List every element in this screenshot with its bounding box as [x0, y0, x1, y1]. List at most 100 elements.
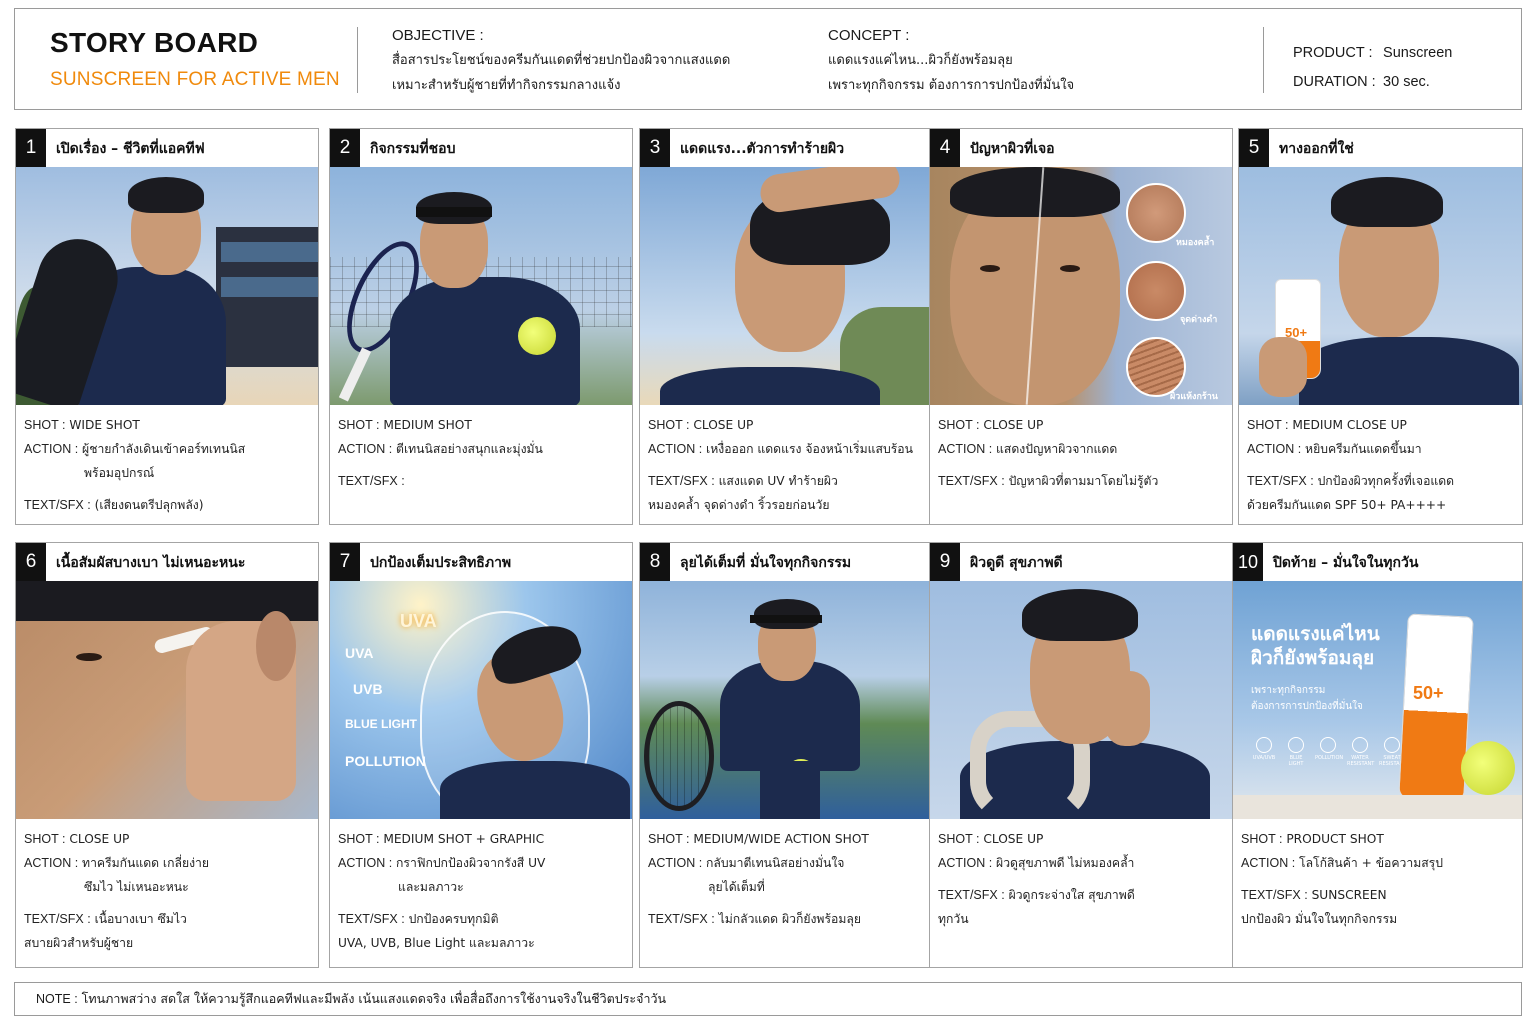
- text-sfx-label: TEXT/SFX :: [24, 498, 91, 512]
- panel-header: 4 ปัญหาผิวที่เจอ: [930, 129, 1232, 167]
- shot-value: CLOSE UP: [983, 832, 1044, 846]
- action-value: กราฟิกปกป้องผิวจากรังสี UV: [396, 856, 546, 870]
- text-sfx-value: ปัญหาผิวที่ตามมาโดยไม่รู้ตัว: [1008, 474, 1159, 488]
- shot-value: MEDIUM CLOSE UP: [1292, 418, 1407, 432]
- concept-line-2: เพราะทุกกิจกรรม ต้องการการปกป้องที่มั่นใ…: [828, 78, 1075, 93]
- text-sfx-label: TEXT/SFX :: [648, 912, 715, 926]
- product-value: Sunscreen: [1383, 45, 1453, 61]
- text-sfx-value: SUNSCREEN: [1311, 888, 1387, 902]
- text-sfx-value: ผิวดูกระจ่างใส สุขภาพดี: [1008, 888, 1135, 902]
- text-sfx-label: TEXT/SFX :: [1241, 888, 1308, 902]
- shot-label: SHOT :: [938, 418, 980, 432]
- panel-number: 9: [930, 543, 960, 581]
- shot-label: SHOT :: [338, 418, 380, 432]
- panel-description: SHOT : CLOSE UP ACTION : ผิวดูสุขภาพดี ไ…: [930, 819, 1232, 931]
- panel-header: 1 เปิดเรื่อง – ชีวิตที่แอคทีฟ: [16, 129, 318, 167]
- action-value: ตีเทนนิสอย่างสนุกและมุ่งมั่น: [396, 442, 543, 456]
- action-label: ACTION :: [24, 856, 79, 870]
- product-label: PRODUCT :: [1293, 45, 1373, 61]
- action-value-2: พร้อมอุปกรณ์: [84, 466, 155, 480]
- panel-header: 8 ลุยได้เต็มที่ มั่นใจทุกกิจกรรม: [640, 543, 942, 581]
- panel-number: 4: [930, 129, 960, 167]
- action-value: ผิวดูสุขภาพดี ไม่หมองคล้ำ: [996, 856, 1135, 870]
- storyboard-note: NOTE : โทนภาพสว่าง สดใส ให้ความรู้สึกแอค…: [14, 982, 1522, 1016]
- shot-value: MEDIUM SHOT: [383, 418, 472, 432]
- skin-label: หมองคล้ำ: [1176, 237, 1215, 247]
- graphic-label: BLUE LIGHT: [345, 717, 417, 731]
- graphic-label: UVB: [353, 681, 383, 697]
- shot-label: SHOT :: [1241, 832, 1283, 846]
- shot-label: SHOT :: [338, 832, 380, 846]
- page-title: STORY BOARD: [50, 27, 259, 58]
- panel-description: SHOT : WIDE SHOT ACTION : ผู้ชายกำลังเดิ…: [16, 405, 318, 517]
- storyboard-panel: 4 ปัญหาผิวที่เจอ หมองคล้ำ จุดด่างดำ ผิวแ…: [929, 128, 1233, 525]
- ad-subline: ต้องการการปกป้องที่มั่นใจ: [1251, 701, 1363, 712]
- shot-label: SHOT :: [24, 832, 66, 846]
- action-label: ACTION :: [938, 856, 993, 870]
- skin-label: จุดด่างดำ: [1180, 314, 1218, 324]
- ad-headline: แดดแรงแค่ไหน: [1251, 624, 1380, 645]
- panel-description: SHOT : CLOSE UP ACTION : ทาครีมกันแดด เก…: [16, 819, 318, 955]
- scene-image: [640, 167, 942, 405]
- action-value: แสดงปัญหาผิวจากแดด: [996, 442, 1118, 456]
- page-subtitle: SUNSCREEN FOR ACTIVE MEN: [50, 69, 340, 90]
- bottle-spf: 50+: [1413, 683, 1444, 703]
- action-value-2: ลุยได้เต็มที่: [708, 880, 765, 894]
- header-divider: [357, 27, 358, 93]
- action-value: โลโก้สินค้า + ข้อความสรุป: [1299, 856, 1443, 870]
- action-value: หยิบครีมกันแดดขึ้นมา: [1305, 442, 1422, 456]
- panel-number: 8: [640, 543, 670, 581]
- storyboard-panel: 8 ลุยได้เต็มที่ มั่นใจทุกกิจกรรม SHOT : …: [639, 542, 943, 968]
- panel-description: SHOT : PRODUCT SHOT ACTION : โลโก้สินค้า…: [1233, 819, 1522, 931]
- panel-header: 6 เนื้อสัมผัสบางเบา ไม่เหนอะหนะ: [16, 543, 318, 581]
- action-value-2: ซึมไว ไม่เหนอะหนะ: [84, 880, 189, 894]
- scene-image: [330, 167, 632, 405]
- note-label: NOTE :: [36, 992, 78, 1006]
- panel-number: 10: [1233, 543, 1263, 581]
- scene-image: 50+: [1239, 167, 1522, 405]
- concept-label: CONCEPT :: [828, 27, 910, 44]
- feature-icon: UVA/UVB: [1251, 737, 1277, 767]
- tennis-ball: [1461, 741, 1515, 795]
- action-label: ACTION :: [648, 442, 703, 456]
- objective-label: OBJECTIVE :: [392, 27, 484, 44]
- scene-image: [930, 581, 1232, 819]
- text-sfx-value-2: สบายผิวสำหรับผู้ชาย: [24, 936, 134, 950]
- action-label: ACTION :: [24, 442, 79, 456]
- text-sfx-label: TEXT/SFX :: [24, 912, 91, 926]
- panel-description: SHOT : MEDIUM SHOT + GRAPHIC ACTION : กร…: [330, 819, 632, 955]
- storyboard-panel: 6 เนื้อสัมผัสบางเบา ไม่เหนอะหนะ SHOT : C…: [15, 542, 319, 968]
- text-sfx-value-2: ด้วยครีมกันแดด SPF 50+ PA++++: [1247, 498, 1447, 512]
- graphic-label: UVA: [345, 645, 374, 661]
- action-value: เหงื่อออก แดดแรง จ้องหน้าเริ่มแสบร้อน: [706, 442, 913, 456]
- storyboard-panel: 5 ทางออกที่ใช่ 50+ SHOT : MEDIUM CLOSE U…: [1238, 128, 1523, 525]
- panel-title: เปิดเรื่อง – ชีวิตที่แอคทีฟ: [56, 141, 205, 157]
- skin-label: ผิวแห้งกร้าน: [1170, 391, 1218, 401]
- shot-value: MEDIUM/WIDE ACTION SHOT: [693, 832, 869, 846]
- text-sfx-label: TEXT/SFX :: [938, 474, 1005, 488]
- scene-image: แดดแรงแค่ไหน ผิวก็ยังพร้อมลุย เพราะทุกกิ…: [1233, 581, 1522, 819]
- panel-header: 3 แดดแรง...ตัวการทำร้ายผิว: [640, 129, 942, 167]
- panel-description: SHOT : CLOSE UP ACTION : แสดงปัญหาผิวจาก…: [930, 405, 1232, 493]
- action-label: ACTION :: [1247, 442, 1302, 456]
- text-sfx-value: ปกป้องครบทุกมิติ: [408, 912, 499, 926]
- panel-number: 7: [330, 543, 360, 581]
- storyboard-panel: 9 ผิวดูดี สุขภาพดี SHOT : CLOSE UP ACTIO…: [929, 542, 1233, 968]
- text-sfx-label: TEXT/SFX :: [938, 888, 1005, 902]
- objective-line-2: เหมาะสำหรับผู้ชายที่ทำกิจกรรมกลางแจ้ง: [392, 78, 621, 93]
- panel-title: แดดแรง...ตัวการทำร้ายผิว: [680, 141, 845, 157]
- scene-image: หมองคล้ำ จุดด่างดำ ผิวแห้งกร้าน: [930, 167, 1232, 405]
- storyboard-panel: 2 กิจกรรมที่ชอบ SHOT : MEDIUM SHOT ACTIO…: [329, 128, 633, 525]
- feature-icon: POLLUTION: [1315, 737, 1343, 767]
- panel-header: 2 กิจกรรมที่ชอบ: [330, 129, 632, 167]
- panel-number: 6: [16, 543, 46, 581]
- action-value: กลับมาตีเทนนิสอย่างมั่นใจ: [706, 856, 845, 870]
- storyboard-panel: 3 แดดแรง...ตัวการทำร้ายผิว SHOT : CLOSE …: [639, 128, 943, 525]
- shot-value: MEDIUM SHOT + GRAPHIC: [383, 832, 545, 846]
- feature-icon: WATER RESISTANT: [1347, 737, 1374, 767]
- shot-value: PRODUCT SHOT: [1286, 832, 1384, 846]
- action-label: ACTION :: [648, 856, 703, 870]
- panel-number: 1: [16, 129, 46, 167]
- shot-value: CLOSE UP: [693, 418, 754, 432]
- action-value: ผู้ชายกำลังเดินเข้าคอร์ทเทนนิส: [82, 442, 246, 456]
